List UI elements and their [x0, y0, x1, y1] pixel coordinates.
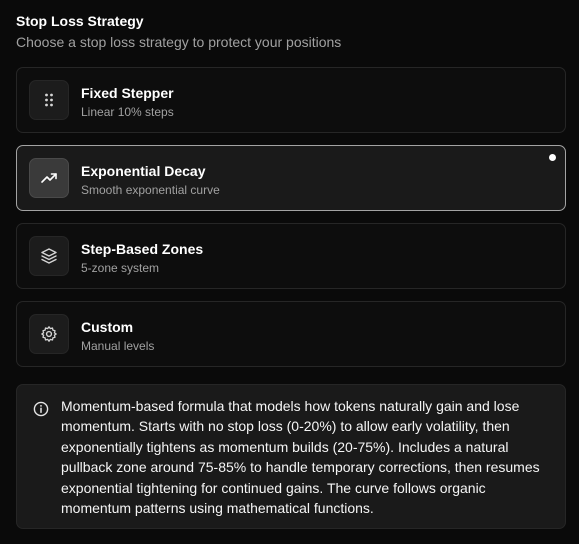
- option-label: Step-Based Zones: [81, 241, 204, 257]
- info-icon: [33, 401, 49, 417]
- strategy-description-text: Momentum-based formula that models how t…: [61, 398, 540, 517]
- option-description: Linear 10% steps: [81, 105, 174, 119]
- option-description: Manual levels: [81, 339, 155, 353]
- option-description: 5-zone system: [81, 261, 160, 275]
- option-icon-box: [29, 158, 69, 198]
- option-icon-box: [29, 314, 69, 354]
- option-label: Exponential Decay: [81, 163, 206, 179]
- trending-up-icon: [41, 173, 57, 183]
- strategy-option-fixed-stepper[interactable]: Fixed Stepper Linear 10% steps: [16, 67, 566, 133]
- option-label: Custom: [81, 319, 134, 335]
- strategy-info-box: Momentum-based formula that models how t…: [16, 384, 566, 529]
- grip-dots-icon: [45, 93, 53, 107]
- option-description: Smooth exponential curve: [81, 183, 220, 197]
- option-icon-box: [29, 236, 69, 276]
- stop-loss-strategy-panel: Stop Loss Strategy Choose a stop loss st…: [0, 0, 579, 544]
- option-icon-box: [29, 80, 69, 120]
- option-label: Fixed Stepper: [81, 85, 174, 101]
- strategy-option-exponential-decay[interactable]: Exponential Decay Smooth exponential cur…: [16, 145, 566, 211]
- layers-icon: [41, 248, 57, 264]
- selected-indicator-dot: [549, 154, 556, 161]
- strategy-option-step-based-zones[interactable]: Step-Based Zones 5-zone system: [16, 223, 566, 289]
- section-title: Stop Loss Strategy: [16, 13, 144, 29]
- gear-icon: [41, 326, 57, 342]
- strategy-option-custom[interactable]: Custom Manual levels: [16, 301, 566, 367]
- section-subtitle: Choose a stop loss strategy to protect y…: [16, 34, 342, 50]
